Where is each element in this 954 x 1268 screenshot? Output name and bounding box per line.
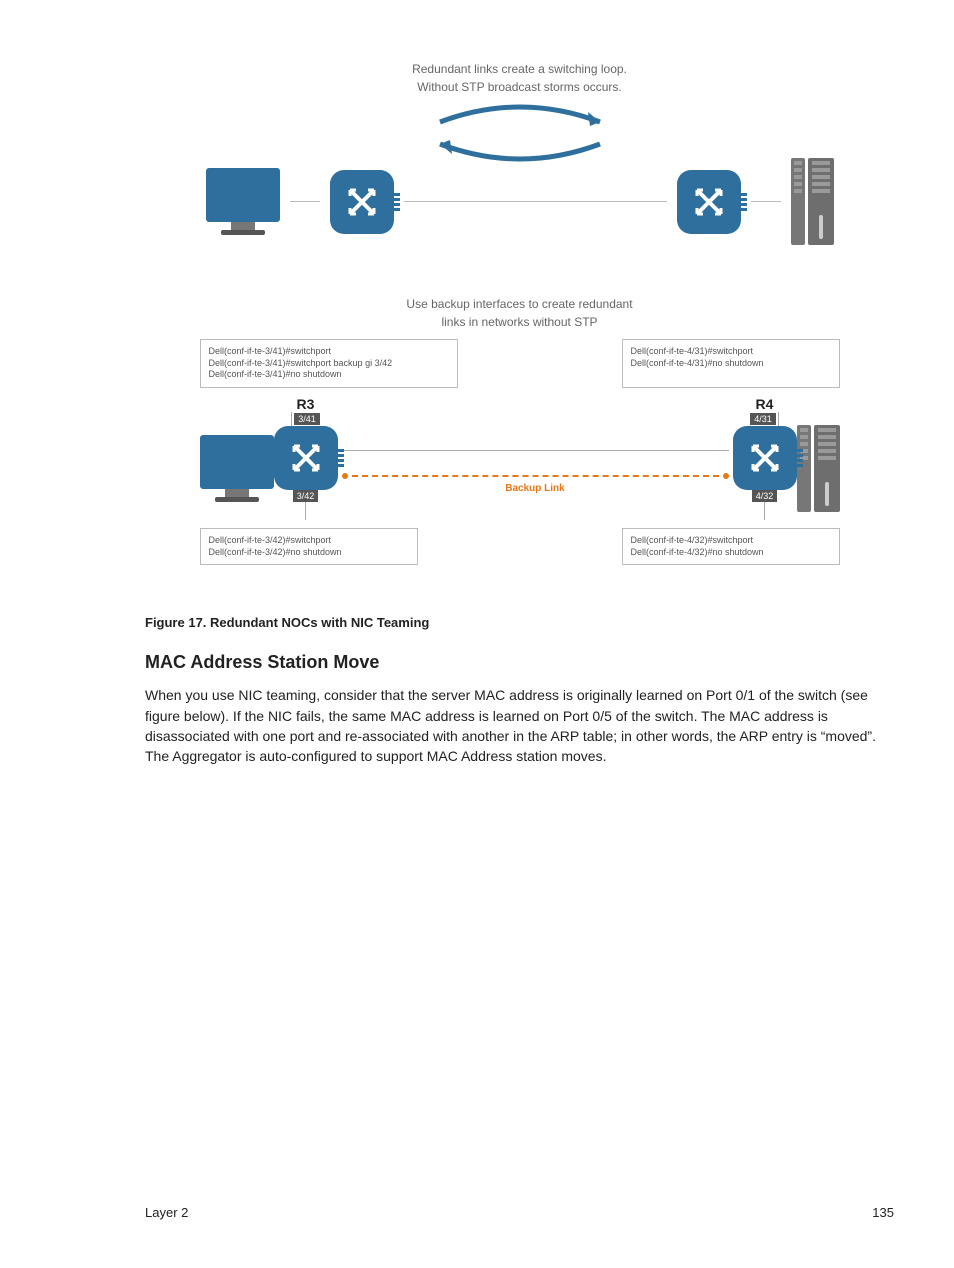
r4-label: R4	[756, 396, 774, 412]
switch-icon	[330, 170, 394, 234]
backup-link-label: Backup Link	[342, 483, 729, 494]
top-topology-row	[200, 158, 840, 245]
page-footer: Layer 2 135	[145, 1205, 894, 1220]
inter-switch-links: Backup Link	[342, 450, 729, 494]
port-tag: 4/32	[752, 490, 778, 502]
figure-caption: Figure 17. Redundant NOCs with NIC Teami…	[145, 615, 894, 630]
caption-line: Use backup interfaces to create redundan…	[406, 297, 632, 311]
caption-line: Without STP broadcast storms occurs.	[417, 80, 622, 94]
monitor-icon	[206, 168, 280, 235]
switch-icon	[677, 170, 741, 234]
server-icon	[791, 158, 834, 245]
body-paragraph: When you use NIC teaming, consider that …	[145, 685, 894, 766]
switch-icon	[733, 426, 797, 490]
config-row-top: Dell(conf-if-te-3/41)#switchport Dell(co…	[200, 339, 840, 388]
port-tag: 3/41	[294, 413, 320, 425]
footer-section: Layer 2	[145, 1205, 188, 1220]
section-heading: MAC Address Station Move	[145, 652, 894, 673]
diagram-mid-caption: Use backup interfaces to create redundan…	[200, 295, 840, 331]
config-box-r4-bottom: Dell(conf-if-te-4/32)#switchport Dell(co…	[622, 528, 840, 565]
config-box-r3-bottom: Dell(conf-if-te-3/42)#switchport Dell(co…	[200, 528, 418, 565]
config-row-bottom: Dell(conf-if-te-3/42)#switchport Dell(co…	[200, 528, 840, 565]
caption-line: links in networks without STP	[441, 315, 597, 329]
config-box-r3-top: Dell(conf-if-te-3/41)#switchport Dell(co…	[200, 339, 458, 388]
port-tag: 4/31	[750, 413, 776, 425]
router-row: R3 3/41 3/42	[200, 396, 840, 520]
swirl-arrows	[200, 102, 840, 162]
switch-r4: R4 4/31 4/32	[733, 396, 797, 520]
caption-line: Redundant links create a switching loop.	[412, 62, 627, 76]
config-box-r4-top: Dell(conf-if-te-4/31)#switchport Dell(co…	[622, 339, 840, 388]
switch-icon	[274, 426, 338, 490]
diagram-top-caption: Redundant links create a switching loop.…	[200, 60, 840, 96]
footer-page-number: 135	[872, 1205, 894, 1220]
monitor-icon	[200, 435, 274, 502]
port-tag: 3/42	[293, 490, 319, 502]
diagram-figure: Redundant links create a switching loop.…	[200, 60, 840, 565]
server-icon	[797, 425, 840, 512]
switch-r3: R3 3/41 3/42	[274, 396, 338, 520]
r3-label: R3	[297, 396, 315, 412]
